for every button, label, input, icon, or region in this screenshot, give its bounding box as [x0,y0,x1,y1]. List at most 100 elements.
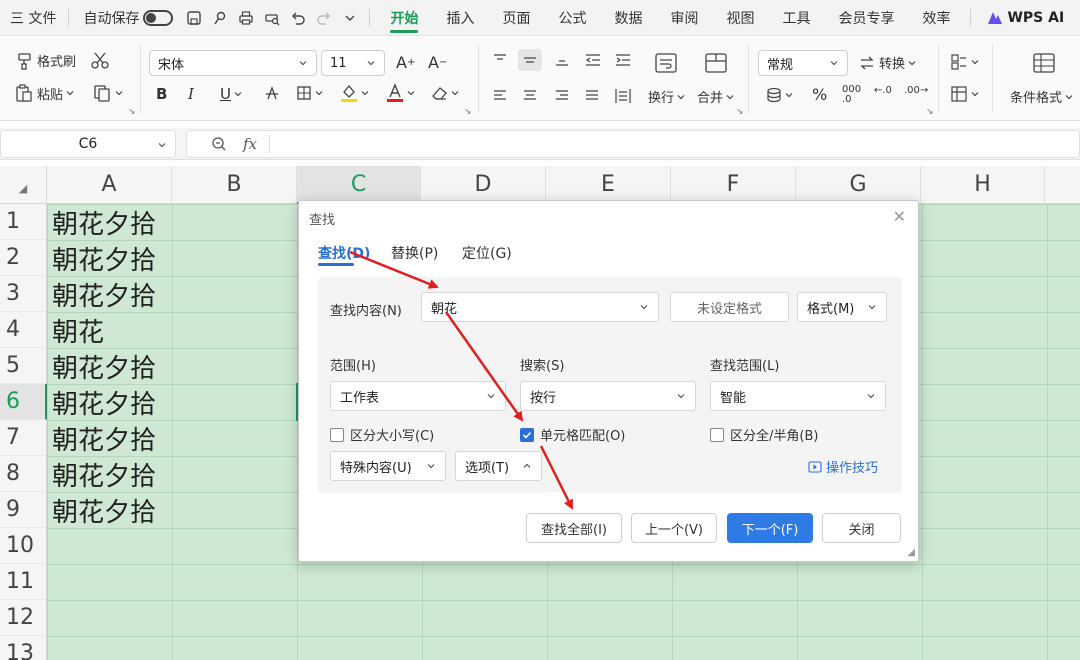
borders-button[interactable] [296,85,323,101]
find-what-input[interactable]: 朝花 [421,292,659,322]
search-select[interactable]: 按行 [520,381,696,411]
match-case-checkbox[interactable]: 区分大小写(C) [330,425,434,444]
resize-grip-icon[interactable]: ◢ [907,547,915,558]
tab-member[interactable]: 会员专享 [824,0,908,36]
row-header[interactable]: 8 [0,456,47,492]
merge-cells-icon[interactable] [704,51,728,75]
align-left-icon[interactable] [492,89,508,103]
conditional-format-icon[interactable] [1032,51,1056,75]
tab-efficiency[interactable]: 效率 [908,0,964,36]
cell-a5[interactable]: 朝花夕拾 [52,348,156,384]
wrap-text-icon[interactable] [654,51,678,75]
close-icon[interactable]: ✕ [893,207,906,226]
tab-view[interactable]: 视图 [712,0,768,36]
cell-a7[interactable]: 朝花夕拾 [52,420,156,456]
row-header[interactable]: 7 [0,420,47,456]
dialog-launcher-icon[interactable]: ↘ [464,107,472,117]
fill-color-button[interactable] [340,83,369,103]
number-format-select[interactable]: 常规 [758,50,848,76]
column-header-f[interactable]: F [671,166,796,204]
cut-button[interactable] [90,51,110,69]
print-preview-icon[interactable] [259,5,285,31]
align-top-icon[interactable] [492,53,508,67]
find-all-button[interactable]: 查找全部(I) [526,513,622,543]
paste-button[interactable]: 粘贴 [14,83,74,103]
name-box[interactable]: C6 [0,130,176,158]
increase-indent-icon[interactable] [614,53,632,67]
row-col-button[interactable] [950,53,979,71]
decrease-indent-icon[interactable] [584,53,602,67]
tab-page[interactable]: 页面 [488,0,544,36]
format-button[interactable]: 格式(M) [797,292,887,322]
chevron-down-icon[interactable] [639,302,649,312]
cell-a2[interactable]: 朝花夕拾 [52,240,156,276]
row-header[interactable]: 1 [0,204,47,240]
column-header-a[interactable]: A [47,166,172,204]
bold-button[interactable]: B [156,85,167,103]
autosave-toggle[interactable] [143,9,174,26]
scope-select[interactable]: 工作表 [330,381,506,411]
cell-a8[interactable]: 朝花夕拾 [52,456,156,492]
align-right-icon[interactable] [554,89,570,103]
print-icon[interactable] [233,5,259,31]
select-all-corner[interactable]: ◢ [0,166,47,204]
strikethrough-icon[interactable] [264,85,280,101]
copy-button[interactable] [92,83,123,103]
row-header-selected[interactable]: 6 [0,384,47,420]
row-header[interactable]: 11 [0,564,47,600]
row-header[interactable]: 3 [0,276,47,312]
cell-a9[interactable]: 朝花夕拾 [52,492,156,528]
dialog-launcher-icon[interactable]: ↘ [926,107,934,117]
tab-find[interactable]: 查找(D) [318,243,370,263]
column-header-c[interactable]: C [297,166,421,204]
font-name-select[interactable]: 宋体 [149,50,317,76]
row-header[interactable]: 5 [0,348,47,384]
cell-a4[interactable]: 朝花 [52,312,104,348]
look-in-select[interactable]: 智能 [710,381,886,411]
cell-a6[interactable]: 朝花夕拾 [52,384,156,420]
clear-button[interactable] [430,85,459,101]
align-center-icon[interactable] [522,89,538,103]
tab-replace[interactable]: 替换(P) [391,243,438,263]
cell-a3[interactable]: 朝花夕拾 [52,276,156,312]
tab-goto[interactable]: 定位(G) [462,243,512,263]
convert-button[interactable]: 转换 [858,53,916,72]
tips-link[interactable]: 操作技巧 [808,457,878,476]
save-icon[interactable] [181,5,207,31]
column-header-b[interactable]: B [172,166,297,204]
undo-icon[interactable] [285,5,311,31]
full-half-width-checkbox[interactable]: 区分全/半角(B) [710,425,818,444]
column-header-h[interactable]: H [921,166,1045,204]
tab-data[interactable]: 数据 [600,0,656,36]
worksheet-button[interactable] [950,85,979,103]
decrease-decimal-icon[interactable]: .00→ [904,85,928,96]
row-header[interactable]: 12 [0,600,47,636]
underline-button[interactable]: U [220,85,242,103]
justify-icon[interactable] [584,89,600,103]
currency-button[interactable] [766,87,793,103]
special-content-button[interactable]: 特殊内容(U) [330,451,446,481]
fx-icon[interactable]: fx [243,135,257,153]
row-header[interactable]: 10 [0,528,47,564]
more-chevron-down-icon[interactable] [337,5,363,31]
align-middle-icon[interactable] [518,49,542,71]
options-button[interactable]: 选项(T) [455,451,542,481]
zoom-search-icon[interactable] [211,136,227,152]
row-header[interactable]: 2 [0,240,47,276]
tab-formula[interactable]: 公式 [544,0,600,36]
conditional-format-button[interactable]: 条件格式 [1010,87,1073,106]
wrap-text-button[interactable]: 换行 [648,87,685,106]
next-button[interactable]: 下一个(F) [727,513,813,543]
column-header-e[interactable]: E [546,166,671,204]
formula-input-area[interactable]: fx [186,130,1080,158]
tab-tools[interactable]: 工具 [768,0,824,36]
close-button[interactable]: 关闭 [822,513,901,543]
wps-ai-button[interactable]: WPS AI [977,10,1064,26]
row-header[interactable]: 13 [0,636,47,660]
percent-button[interactable]: % [812,85,827,104]
row-header[interactable]: 4 [0,312,47,348]
distributed-icon[interactable] [614,87,632,105]
decrease-font-icon[interactable]: A − [428,53,447,72]
tab-insert[interactable]: 插入 [432,0,488,36]
font-size-select[interactable]: 11 [321,50,385,76]
